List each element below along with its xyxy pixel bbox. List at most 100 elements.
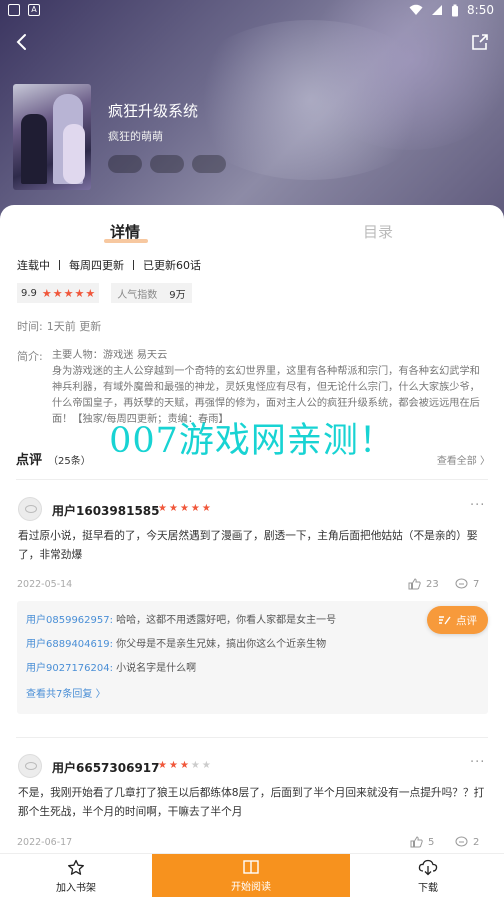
- star-outline-icon: [68, 859, 84, 875]
- update-time: 时间: 1天前 更新: [17, 318, 101, 334]
- star-icon: ★: [63, 286, 74, 300]
- star-icon: ★: [179, 760, 189, 771]
- star-icon: ★: [85, 286, 96, 300]
- tab-table-of-contents[interactable]: 目录: [363, 221, 393, 242]
- genre-tag[interactable]: [150, 155, 184, 173]
- comment-button[interactable]: 2: [455, 836, 479, 848]
- share-button[interactable]: [466, 28, 494, 56]
- thumbs-up-icon: [410, 836, 423, 848]
- reply-username[interactable]: 用户6889404619:: [26, 639, 113, 650]
- review-text: 看过原小说，挺早看的了，今天居然遇到了漫画了，剧透一下，主角后面把他姑姑（不是亲…: [18, 529, 478, 561]
- tab-active-indicator: [104, 239, 148, 243]
- reply-item[interactable]: 用户0859962957: 哈哈，这都不用透露好吧，你看人家都是女主一号: [26, 611, 336, 626]
- write-review-label: 点评: [456, 614, 477, 627]
- score-value: 9.9: [21, 287, 37, 299]
- reply-item[interactable]: 用户6889404619: 你父母是不是亲生兄妹，搞出你这么个近亲生物: [26, 635, 326, 650]
- back-button[interactable]: [8, 28, 36, 56]
- chapter-count: 已更新60话: [143, 259, 201, 272]
- star-icon: ★: [52, 286, 63, 300]
- more-options-icon[interactable]: ···: [470, 498, 485, 513]
- back-arrow-icon: [16, 34, 26, 50]
- review-date: 2022-06-17: [17, 837, 73, 848]
- star-icon: ★: [74, 286, 85, 300]
- like-button[interactable]: 5: [410, 836, 434, 848]
- comment-count: 7: [473, 578, 480, 590]
- like-count: 5: [428, 836, 435, 848]
- reviews-title: 点评: [16, 453, 43, 468]
- comment-count: 2: [473, 836, 480, 848]
- rating-stars: ★ ★ ★ ★ ★: [42, 287, 95, 300]
- chevron-right-icon: 〉: [480, 456, 490, 467]
- reply-text: 小说名字是什么啊: [113, 663, 197, 674]
- thumbs-up-icon: [408, 578, 421, 590]
- comment-icon: [455, 578, 468, 589]
- review-username[interactable]: 用户1603981585: [52, 502, 160, 519]
- rating-row: 9.9 ★ ★ ★ ★ ★ 人气指数 9万: [17, 283, 192, 303]
- avatar[interactable]: [18, 754, 42, 778]
- chevron-right-icon: 〉: [95, 689, 106, 700]
- review-stars: ★ ★ ★ ★ ★: [158, 760, 211, 771]
- reviews-count: （25条）: [48, 456, 91, 467]
- download-button[interactable]: 下载: [398, 854, 458, 897]
- genre-tag[interactable]: [192, 155, 226, 173]
- review-date: 2022-05-14: [17, 579, 73, 590]
- reply-text: 你父母是不是亲生兄妹，搞出你这么个近亲生物: [113, 639, 327, 650]
- battery-icon: [452, 4, 459, 16]
- view-all-replies-link[interactable]: 查看共7条回复 〉: [26, 685, 106, 700]
- genre-tag[interactable]: [108, 155, 142, 173]
- app-a-icon: A: [28, 4, 40, 16]
- book-meta: 连载中 每周四更新 已更新60话: [17, 257, 201, 273]
- status-time: 8:50: [467, 3, 494, 17]
- star-icon: ★: [201, 503, 211, 514]
- like-button[interactable]: 23: [408, 578, 439, 590]
- signal-icon: [432, 5, 443, 15]
- detail-panel: 详情 目录 连载中 每周四更新 已更新60话 9.9 ★ ★ ★ ★ ★ 人气指数 9万…: [0, 205, 504, 897]
- cloud-download-icon: [418, 859, 438, 875]
- genre-tags: [108, 155, 226, 173]
- star-icon: ★: [158, 760, 167, 771]
- write-review-button[interactable]: 点评: [427, 606, 488, 634]
- score-box: 9.9 ★ ★ ★ ★ ★: [17, 283, 100, 303]
- comment-icon: [455, 836, 468, 847]
- reply-text: 哈哈，这都不用透露好吧，你看人家都是女主一号: [113, 615, 337, 626]
- reviews-header: 点评 （25条）: [16, 449, 91, 468]
- notification-icon: [8, 4, 20, 16]
- time-label: 时间:: [17, 320, 43, 333]
- view-all-replies-label: 查看共7条回复: [26, 689, 93, 700]
- update-schedule: 每周四更新: [69, 259, 124, 272]
- see-all-reviews-link[interactable]: 查看全部 〉: [437, 452, 490, 467]
- star-icon: ★: [190, 503, 200, 514]
- intro-label: 简介:: [17, 350, 43, 363]
- star-empty-icon: ★: [190, 760, 200, 771]
- start-reading-label: 开始阅读: [231, 882, 271, 893]
- reply-username[interactable]: 用户0859962957:: [26, 615, 113, 626]
- add-to-shelf-label: 加入书架: [56, 882, 96, 894]
- review-text: 不是，我刚开始看了几章打了狼王以后都练体8层了，后面到了半个月回来就没有一点提升…: [18, 786, 485, 818]
- like-count: 23: [426, 578, 439, 590]
- book-cover: [13, 84, 91, 190]
- avatar[interactable]: [18, 497, 42, 521]
- star-empty-icon: ★: [201, 760, 211, 771]
- review-username[interactable]: 用户6657306917: [52, 759, 160, 776]
- add-to-shelf-button[interactable]: 加入书架: [46, 854, 106, 897]
- status-bar: A 8:50: [0, 0, 504, 22]
- reply-username[interactable]: 用户9027176204:: [26, 663, 113, 674]
- star-icon: ★: [179, 503, 189, 514]
- time-value: 1天前 更新: [46, 320, 102, 333]
- divider: [16, 737, 488, 738]
- reply-list: 用户0859962957: 哈哈，这都不用透露好吧，你看人家都是女主一号 用户6…: [17, 601, 488, 714]
- comment-button[interactable]: 7: [455, 578, 479, 590]
- start-reading-button[interactable]: 开始阅读: [152, 854, 350, 897]
- bottom-action-bar: 加入书架 开始阅读 下载: [0, 853, 504, 897]
- reply-item[interactable]: 用户9027176204: 小说名字是什么啊: [26, 659, 196, 674]
- divider: [16, 479, 488, 480]
- popularity-label: 人气指数: [117, 289, 158, 301]
- popularity-value: 9万: [169, 289, 186, 301]
- book-title: 疯狂升级系统: [108, 102, 199, 120]
- edit-icon: [439, 616, 451, 625]
- star-icon: ★: [168, 760, 178, 771]
- book-open-icon: [243, 860, 259, 874]
- review-stars: ★ ★ ★ ★ ★: [158, 503, 211, 514]
- see-all-label: 查看全部: [436, 456, 477, 467]
- more-options-icon[interactable]: ···: [470, 755, 485, 770]
